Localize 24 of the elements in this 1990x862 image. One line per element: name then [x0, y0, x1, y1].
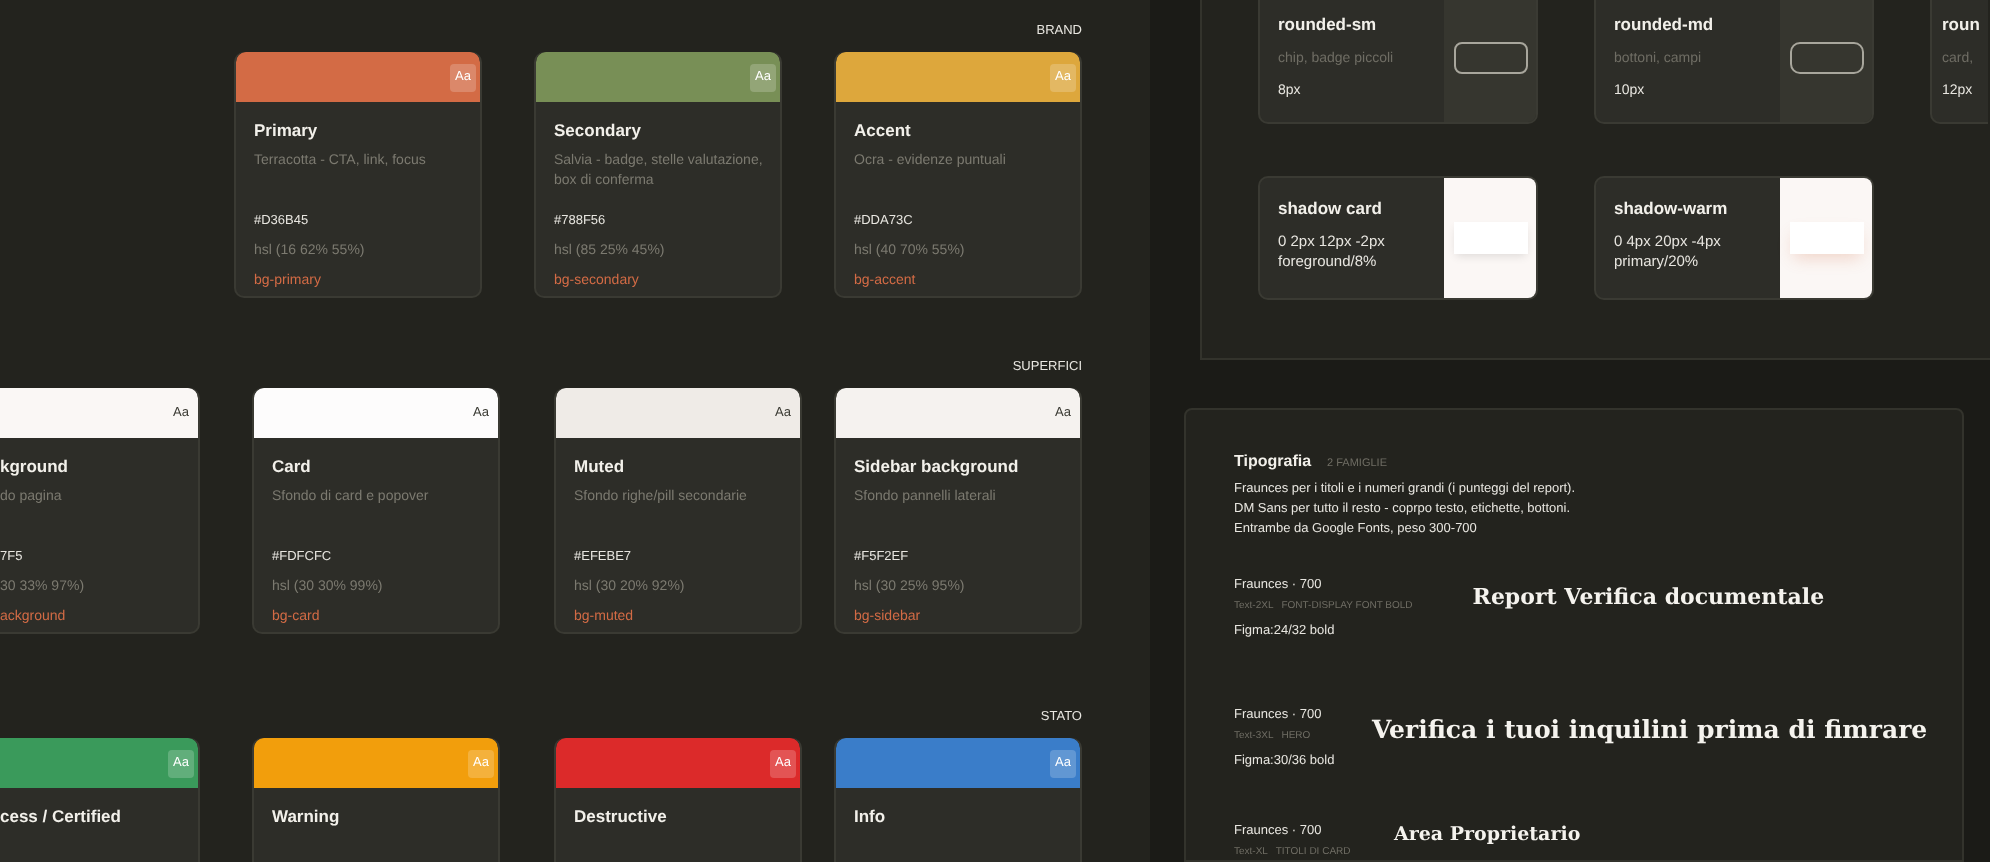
color-name: Primary: [254, 120, 320, 142]
color-name: Muted: [574, 456, 627, 478]
radius-name: rounded-sm: [1278, 14, 1379, 36]
rounded-rectangle-preview: [1453, 42, 1527, 74]
color-name: Sidebar background: [854, 456, 1021, 478]
radius-name: rounded-md: [1614, 14, 1716, 36]
section-title: Tipografia: [1234, 450, 1312, 474]
shadow-name: shadow card: [1278, 198, 1384, 220]
color-name: Destructive: [574, 806, 669, 828]
radius-name: roun: [1942, 14, 1982, 36]
color-name: Secondary: [554, 120, 643, 142]
color-name: Card: [272, 456, 313, 478]
shadow-preview: [1789, 222, 1863, 254]
color-name: kground: [0, 456, 70, 478]
shadow-preview: [1453, 222, 1527, 254]
font-sample: Verifica i tuoi inquilini prima di fimrare: [1372, 712, 1928, 748]
font-sample: Area Proprietario: [1391, 822, 1581, 850]
rounded-rectangle-preview: [1789, 42, 1863, 74]
color-name: cess / Certified: [0, 806, 123, 828]
color-name: Accent: [854, 120, 913, 142]
shadow-name: shadow-warm: [1614, 198, 1730, 220]
font-sample: Report Verifica documentale: [1470, 582, 1825, 614]
color-name: Info: [854, 806, 888, 828]
color-name: Warning: [272, 806, 342, 828]
